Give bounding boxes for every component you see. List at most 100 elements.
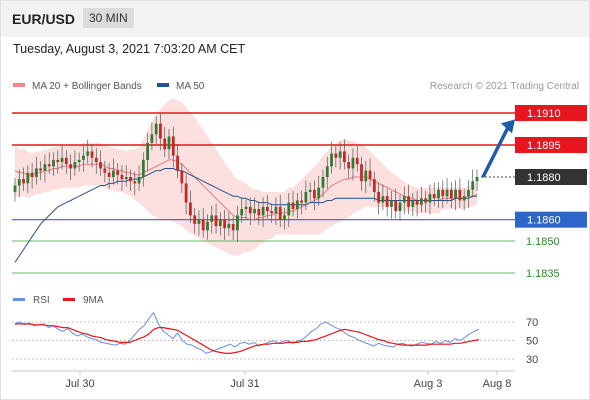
candle-body (77, 159, 81, 163)
candle-body (176, 155, 179, 171)
candle-body (69, 164, 73, 169)
candle-body (248, 206, 252, 214)
candle-body (30, 172, 34, 177)
rsi-legend-swatch (13, 298, 25, 301)
candle-body (111, 170, 115, 177)
candle-body (223, 219, 227, 229)
candle-body (445, 189, 449, 197)
candle-body (261, 206, 265, 216)
candle-body (325, 166, 329, 177)
candle-body (462, 196, 466, 201)
candle-body (317, 187, 321, 199)
candle-body (218, 219, 222, 227)
candle-body (265, 206, 269, 212)
candle-body (449, 189, 453, 199)
candle-body (94, 157, 98, 163)
candle-body (402, 196, 406, 203)
chart-widget: EUR/USD 30 MIN Tuesday, August 3, 2021 7… (0, 0, 590, 400)
candle-body (56, 159, 60, 163)
level-label-1.1835: 1.1835 (526, 268, 560, 280)
candle-body (368, 170, 372, 180)
candle-body (334, 153, 338, 158)
candle-body (197, 219, 201, 224)
candle-body (17, 179, 21, 186)
candle-body (47, 164, 51, 167)
candle-body (210, 215, 214, 222)
candle-body (73, 162, 77, 169)
x-tick-label: Jul 30 (65, 378, 94, 390)
candle-body (39, 168, 43, 171)
candle-body (364, 170, 368, 182)
candle-body (137, 177, 141, 184)
candle-body (257, 209, 261, 216)
candle-body (124, 177, 128, 180)
price-chart-svg: 1.1910 1.1895 1.1880 1.1860 1.1850 1.1835 RSI 9… (12, 98, 587, 390)
candle-body (351, 157, 355, 169)
level-badge-text-1.1910: 1.1910 (527, 108, 561, 120)
candle-body (253, 209, 256, 214)
candle-body (475, 177, 479, 182)
candle-body (26, 172, 30, 184)
rsi-level-label-30: 30 (526, 354, 538, 366)
candle-body (330, 153, 333, 167)
candle-body (133, 181, 137, 184)
candle-body (206, 221, 209, 231)
rsi-level-label-70: 70 (526, 317, 538, 329)
candle-body (64, 157, 68, 165)
candle-body (180, 170, 184, 184)
forecast-arrow-head (501, 119, 515, 134)
candle-body (390, 200, 393, 207)
candle-body (274, 206, 278, 214)
x-tick-label: Jul 31 (230, 378, 259, 390)
candle-body (424, 198, 428, 203)
rsi-level-label-50: 50 (526, 336, 538, 348)
candle-body (107, 172, 111, 177)
candle-body (236, 215, 239, 231)
candle-body (411, 200, 415, 207)
candle-body (428, 194, 432, 203)
candle-body (283, 215, 286, 220)
candle-body (407, 196, 410, 207)
candle-body (150, 134, 154, 143)
candle-body (82, 155, 85, 160)
candle-body (86, 151, 90, 156)
candle-body (398, 202, 402, 212)
candle-body (381, 196, 385, 203)
candle-body (308, 189, 312, 192)
candle-body (34, 168, 38, 177)
rsi-legend-label: RSI (33, 295, 50, 306)
candle-body (287, 202, 291, 216)
candle-body (415, 200, 419, 205)
candle-body (90, 151, 94, 158)
candle-body (99, 162, 102, 169)
candle-body (171, 136, 175, 156)
bollinger-band (15, 98, 477, 256)
candle-body (270, 211, 274, 214)
level-badge-text-1.1895: 1.1895 (527, 140, 561, 152)
candle-body (360, 164, 363, 182)
candle-body (313, 189, 316, 199)
candle-body (193, 215, 197, 224)
rsi-ma-line (15, 323, 480, 354)
candle-body (227, 223, 231, 229)
candle-body (278, 206, 282, 220)
candle-body (458, 189, 462, 201)
candle-body (295, 200, 299, 209)
candle-body (116, 170, 120, 175)
candle-body (60, 157, 64, 163)
candle-body (43, 164, 47, 171)
candle-body (129, 177, 132, 182)
candle-body (188, 202, 192, 216)
candle-body (454, 189, 458, 199)
candle-body (13, 185, 17, 192)
candle-body (141, 159, 145, 177)
candle-body (467, 189, 470, 197)
candle-body (244, 206, 248, 209)
candle-body (377, 191, 381, 203)
candle-body (214, 215, 218, 227)
candle-body (419, 198, 423, 205)
candle-body (146, 142, 150, 160)
candle-body (471, 181, 475, 190)
forecast-arrow (481, 124, 511, 178)
rsi-ma-legend-label: 9MA (83, 295, 104, 306)
